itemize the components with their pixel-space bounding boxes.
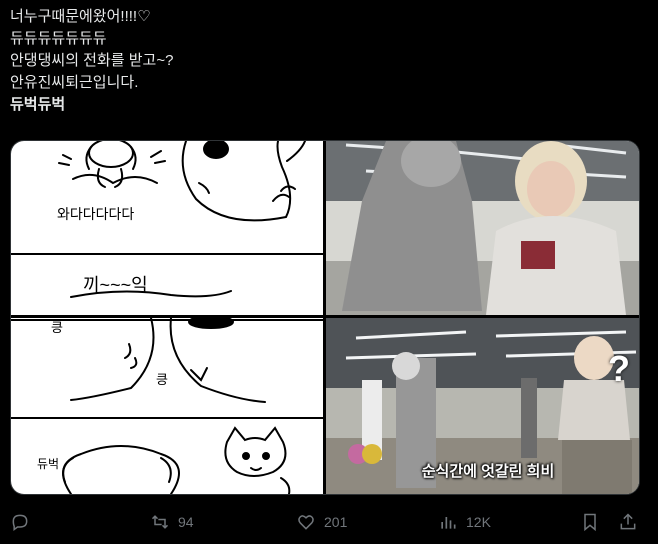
- heart-icon: [298, 515, 314, 530]
- comic-sound-text: 와다다다다다: [57, 206, 134, 222]
- media-grid[interactable]: 와다다다다다 끼~~~익 킁 킁 듀벅 순식간에 엇갈린 희비 ?: [10, 140, 640, 495]
- bookmark-button[interactable]: [580, 506, 600, 538]
- comic-image-top[interactable]: 와다다다다다 끼~~~익: [11, 141, 323, 315]
- tweet-line: 안유진씨퇴근입니다.: [10, 74, 139, 91]
- comic-sound-text: 킁: [51, 320, 63, 335]
- tweet-actions-bar: 94 201 12K: [0, 506, 658, 538]
- retweet-count: 94: [178, 514, 194, 530]
- views-count: 12K: [466, 514, 491, 530]
- tweet-line: 듀벅듀벅: [10, 96, 66, 113]
- photo-illustration-top: [326, 141, 639, 315]
- comic-image-bottom[interactable]: 킁 킁 듀벅: [11, 318, 323, 494]
- tweet-line: 안댕댕씨의 전화를 받고~?: [10, 52, 174, 69]
- reply-icon: [12, 514, 28, 531]
- question-mark: ?: [608, 348, 630, 389]
- views-button[interactable]: 12K: [438, 506, 491, 538]
- photo-image-bottom[interactable]: 순식간에 엇갈린 희비 ?: [326, 318, 639, 494]
- video-subtitle: 순식간에 엇갈린 희비: [421, 463, 555, 480]
- comic-drawing-top: 와다다다다다 끼~~~익: [11, 141, 323, 298]
- comic-drawing-bottom: 킁 킁 듀벅: [11, 318, 323, 494]
- share-button[interactable]: [618, 506, 638, 538]
- reply-button[interactable]: [10, 506, 30, 538]
- tweet-line: 너누구때문에왔어!!!!♡: [10, 8, 151, 25]
- like-count: 201: [324, 514, 348, 530]
- retweet-button[interactable]: 94: [150, 506, 194, 538]
- tweet-line: 듀듀듀듀듀듀듀: [10, 30, 107, 47]
- photo-image-top[interactable]: [326, 141, 639, 315]
- comic-sound-text: 끼~~~익: [83, 275, 148, 295]
- like-button[interactable]: 201: [296, 506, 347, 538]
- retweet-icon: [151, 515, 169, 529]
- comic-sound-text: 킁: [156, 372, 168, 387]
- bookmark-icon: [584, 513, 596, 532]
- share-icon: [620, 513, 636, 530]
- comic-sound-text: 듀벅: [37, 457, 59, 471]
- tweet-text: 너누구때문에왔어!!!!♡ 듀듀듀듀듀듀듀 안댕댕씨의 전화를 받고~? 안유진…: [10, 6, 650, 116]
- views-icon: [441, 517, 456, 529]
